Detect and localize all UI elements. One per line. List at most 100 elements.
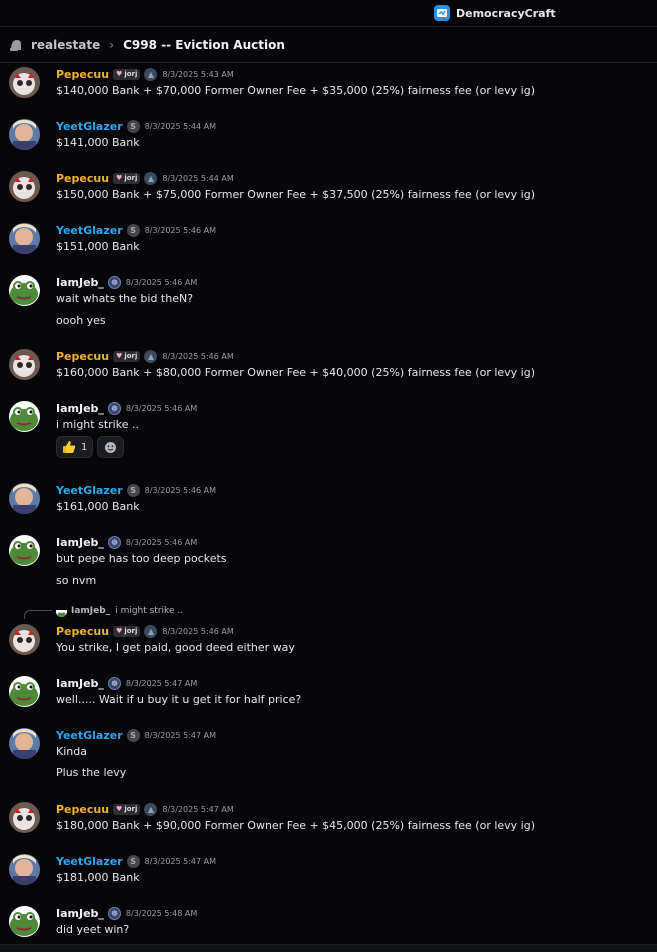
message-author[interactable]: Pepecuu	[56, 172, 109, 185]
role-badge-icon[interactable]: ☸	[107, 676, 121, 690]
role-badge-icon[interactable]: ☸	[107, 275, 121, 289]
server-icon	[434, 5, 450, 21]
thread-title: C998 -- Eviction Auction	[123, 37, 285, 52]
message-timestamp: 8/3/2025 5:46 AM	[125, 277, 198, 287]
role-badge-icon[interactable]: ▲	[144, 624, 158, 638]
add-reaction-button[interactable]	[97, 436, 125, 458]
server-tag[interactable]: ♥ jorj	[113, 350, 141, 362]
avatar-yeetglazer[interactable]	[9, 483, 40, 514]
role-badge-icon[interactable]: S	[126, 483, 140, 497]
server-tag-label: jorj	[124, 627, 138, 635]
message-timestamp: 8/3/2025 5:46 AM	[125, 403, 198, 413]
server-tag[interactable]: ♥ jorj	[113, 68, 141, 80]
channel-name[interactable]: realestate	[31, 38, 100, 52]
avatar-iamjeb[interactable]	[9, 906, 40, 937]
role-badge-icon[interactable]: ▲	[144, 349, 158, 363]
heart-icon: ♥	[116, 627, 123, 635]
message-input-edge[interactable]	[0, 944, 657, 952]
role-badge-icon[interactable]: ▲	[144, 67, 158, 81]
role-badge-icon[interactable]: ▲	[144, 802, 158, 816]
avatar-yeetglazer[interactable]	[9, 728, 40, 759]
heart-icon: ♥	[116, 70, 123, 78]
server-tag-label: jorj	[124, 70, 138, 78]
avatar-pepecuu[interactable]	[9, 349, 40, 380]
message-text: $181,000 Bank	[56, 871, 140, 884]
channel-header: realestate › C998 -- Eviction Auction	[0, 27, 657, 63]
avatar-iamjeb[interactable]	[9, 535, 40, 566]
avatar-yeetglazer[interactable]	[9, 854, 40, 885]
avatar-yeetglazer[interactable]	[9, 223, 40, 254]
message-timestamp: 8/3/2025 5:46 AM	[144, 225, 217, 235]
message-author[interactable]: YeetGlazer	[56, 729, 123, 742]
role-badge-icon[interactable]: ☸	[107, 535, 121, 549]
role-badge-icon[interactable]: S	[126, 223, 140, 237]
message-author[interactable]: YeetGlazer	[56, 224, 123, 237]
heart-icon: ♥	[116, 174, 123, 182]
server-tag[interactable]: ♥ jorj	[113, 803, 141, 815]
thumbs-up-icon	[63, 441, 76, 453]
server-indicator[interactable]: DemocracyCraft	[434, 5, 556, 21]
message-author[interactable]: YeetGlazer	[56, 120, 123, 133]
message-timestamp: 8/3/2025 5:44 AM	[144, 121, 217, 131]
reply-preview[interactable]: IamJeb_ i might strike ..	[56, 604, 183, 618]
message-timestamp: 8/3/2025 5:47 AM	[144, 856, 217, 866]
reply-avatar	[56, 606, 67, 617]
message-text: but pepe has too deep pockets	[56, 552, 227, 565]
message-author[interactable]: YeetGlazer	[56, 484, 123, 497]
message-text: Plus the levy	[56, 766, 127, 779]
message-text: $180,000 Bank + $90,000 Former Owner Fee…	[56, 819, 536, 832]
avatar-pepecuu[interactable]	[9, 171, 40, 202]
server-tag-label: jorj	[124, 174, 138, 182]
heart-icon: ♥	[116, 805, 123, 813]
server-tag[interactable]: ♥ jorj	[113, 172, 141, 184]
message-author[interactable]: YeetGlazer	[56, 855, 123, 868]
role-badge-icon[interactable]: S	[126, 854, 140, 868]
message-text: $151,000 Bank	[56, 240, 140, 253]
role-badge-icon[interactable]: ☸	[107, 906, 121, 920]
message-author[interactable]: Pepecuu	[56, 68, 109, 81]
reaction-thumbs-up[interactable]: 1	[56, 436, 94, 458]
server-tag-label: jorj	[124, 352, 138, 360]
reply-spine	[24, 610, 52, 619]
message-timestamp: 8/3/2025 5:46 AM	[162, 626, 234, 636]
role-badge-icon[interactable]: S	[126, 728, 140, 742]
message-timestamp: 8/3/2025 5:46 AM	[162, 351, 234, 361]
message-timestamp: 8/3/2025 5:47 AM	[162, 804, 234, 814]
avatar-iamjeb[interactable]	[9, 676, 40, 707]
server-tag[interactable]: ♥ jorj	[113, 625, 141, 637]
message-author[interactable]: Pepecuu	[56, 350, 109, 363]
message-text: well..... Wait if u buy it u get it for …	[56, 693, 302, 706]
message-author[interactable]: Pepecuu	[56, 625, 109, 638]
message-timestamp: 8/3/2025 5:44 AM	[162, 173, 234, 183]
title-bar: DemocracyCraft	[0, 0, 657, 27]
message-timestamp: 8/3/2025 5:47 AM	[125, 678, 198, 688]
message-text: Kinda	[56, 745, 87, 758]
avatar-iamjeb[interactable]	[9, 275, 40, 306]
message-author[interactable]: IamJeb_	[56, 536, 104, 549]
message-author[interactable]: IamJeb_	[56, 907, 104, 920]
message-text: did yeet win?	[56, 923, 130, 936]
message-text: $140,000 Bank + $70,000 Former Owner Fee…	[56, 84, 536, 97]
message-author[interactable]: IamJeb_	[56, 677, 104, 690]
message-text: $161,000 Bank	[56, 500, 140, 513]
message-timestamp: 8/3/2025 5:47 AM	[144, 730, 217, 740]
message-timestamp: 8/3/2025 5:48 AM	[125, 908, 198, 918]
add-emoji-icon	[105, 441, 117, 453]
role-badge-icon[interactable]: ☸	[107, 401, 121, 415]
message-timestamp: 8/3/2025 5:43 AM	[162, 69, 234, 79]
heart-icon: ♥	[116, 352, 123, 360]
server-tag-label: jorj	[124, 805, 138, 813]
role-badge-icon[interactable]: ▲	[144, 171, 158, 185]
avatar-pepecuu[interactable]	[9, 624, 40, 655]
message-text: $141,000 Bank	[56, 136, 140, 149]
avatar-pepecuu[interactable]	[9, 802, 40, 833]
avatar-yeetglazer[interactable]	[9, 119, 40, 150]
message-author[interactable]: Pepecuu	[56, 803, 109, 816]
avatar-iamjeb[interactable]	[9, 401, 40, 432]
message-author[interactable]: IamJeb_	[56, 276, 104, 289]
role-badge-icon[interactable]: S	[126, 119, 140, 133]
server-name: DemocracyCraft	[456, 6, 556, 20]
avatar-pepecuu[interactable]	[9, 67, 40, 98]
message-author[interactable]: IamJeb_	[56, 402, 104, 415]
reaction-count: 1	[81, 441, 88, 453]
